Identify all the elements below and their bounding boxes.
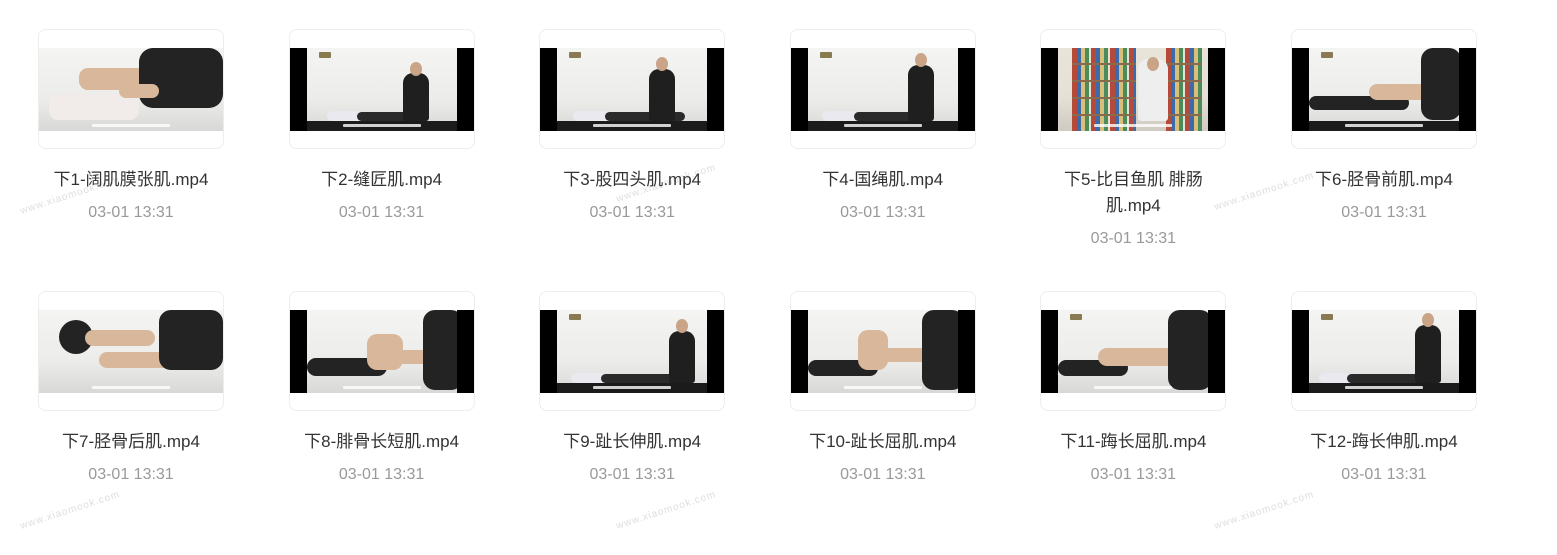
- video-thumbnail[interactable]: [539, 29, 726, 149]
- file-date: 03-01 13:31: [88, 466, 174, 483]
- video-file-item[interactable]: 下5-比目鱼肌 腓肠肌.mp4 03-01 13:31: [1040, 29, 1227, 291]
- file-date: 03-01 13:31: [589, 204, 675, 221]
- video-frame: [1041, 48, 1226, 131]
- video-frame: [1291, 48, 1476, 131]
- video-thumbnail[interactable]: [1290, 291, 1477, 411]
- file-name[interactable]: 下8-腓骨长短肌.mp4: [289, 429, 475, 455]
- file-date: 03-01 13:31: [88, 204, 174, 221]
- file-date: 03-01 13:31: [840, 204, 926, 221]
- video-frame: [39, 310, 223, 393]
- video-thumbnail[interactable]: [288, 291, 475, 411]
- file-name[interactable]: 下3-股四头肌.mp4: [539, 167, 725, 193]
- file-date: 03-01 13:31: [1341, 204, 1427, 221]
- video-file-item[interactable]: 下11-踇长屈肌.mp4 03-01 13:31: [1040, 291, 1227, 521]
- video-file-item[interactable]: 下2-缝匠肌.mp4 03-01 13:31: [288, 29, 475, 291]
- file-name[interactable]: 下10-趾长屈肌.mp4: [790, 429, 976, 455]
- video-frame: [39, 48, 223, 131]
- video-file-item[interactable]: 下8-腓骨长短肌.mp4 03-01 13:31: [288, 291, 475, 521]
- file-name[interactable]: 下9-趾长伸肌.mp4: [539, 429, 725, 455]
- video-frame: [1041, 310, 1226, 393]
- video-thumbnail[interactable]: [288, 29, 475, 149]
- video-thumbnail[interactable]: [789, 291, 976, 411]
- video-thumbnail[interactable]: [789, 29, 976, 149]
- file-date: 03-01 13:31: [1090, 230, 1177, 247]
- video-frame: [540, 310, 725, 393]
- file-date: 03-01 13:31: [840, 466, 926, 483]
- video-thumbnail[interactable]: [1040, 291, 1227, 411]
- file-name[interactable]: 下4-国绳肌.mp4: [790, 167, 976, 193]
- file-name[interactable]: 下2-缝匠肌.mp4: [289, 167, 475, 193]
- video-file-item[interactable]: 下10-趾长屈肌.mp4 03-01 13:31: [789, 291, 976, 521]
- video-file-item[interactable]: 下12-踇长伸肌.mp4 03-01 13:31: [1290, 291, 1477, 521]
- file-date: 03-01 13:31: [338, 466, 425, 483]
- video-thumbnail[interactable]: [38, 29, 224, 149]
- video-frame: [289, 48, 474, 131]
- file-name[interactable]: 下11-踇长屈肌.mp4: [1040, 429, 1226, 455]
- file-date: 03-01 13:31: [1341, 466, 1427, 483]
- video-frame: [1291, 310, 1476, 393]
- video-thumbnail[interactable]: [539, 291, 726, 411]
- video-frame: [790, 310, 975, 393]
- video-file-item[interactable]: 下1-阔肌膜张肌.mp4 03-01 13:31: [38, 29, 224, 291]
- video-frame: [790, 48, 975, 131]
- video-file-item[interactable]: 下6-胫骨前肌.mp4 03-01 13:31: [1290, 29, 1477, 291]
- file-date: 03-01 13:31: [589, 466, 675, 483]
- video-thumbnail[interactable]: [1040, 29, 1227, 149]
- file-name[interactable]: 下1-阔肌膜张肌.mp4: [38, 167, 224, 193]
- file-date: 03-01 13:31: [338, 204, 425, 221]
- file-name[interactable]: 下12-踇长伸肌.mp4: [1291, 429, 1477, 455]
- video-file-grid: 下1-阔肌膜张肌.mp4 03-01 13:31 下2-缝匠肌.mp4 03-0…: [38, 29, 1477, 521]
- file-name[interactable]: 下5-比目鱼肌 腓肠肌.mp4: [1040, 167, 1226, 219]
- video-file-item[interactable]: 下7-胫骨后肌.mp4 03-01 13:31: [38, 291, 224, 521]
- video-thumbnail[interactable]: [38, 291, 224, 411]
- video-thumbnail[interactable]: [1290, 29, 1477, 149]
- file-name[interactable]: 下7-胫骨后肌.mp4: [38, 429, 224, 455]
- file-name[interactable]: 下6-胫骨前肌.mp4: [1291, 167, 1477, 193]
- video-file-item[interactable]: 下9-趾长伸肌.mp4 03-01 13:31: [539, 291, 726, 521]
- video-frame: [289, 310, 474, 393]
- file-date: 03-01 13:31: [1090, 466, 1177, 483]
- video-file-item[interactable]: 下3-股四头肌.mp4 03-01 13:31: [539, 29, 726, 291]
- video-file-item[interactable]: 下4-国绳肌.mp4 03-01 13:31: [789, 29, 976, 291]
- video-frame: [540, 48, 725, 131]
